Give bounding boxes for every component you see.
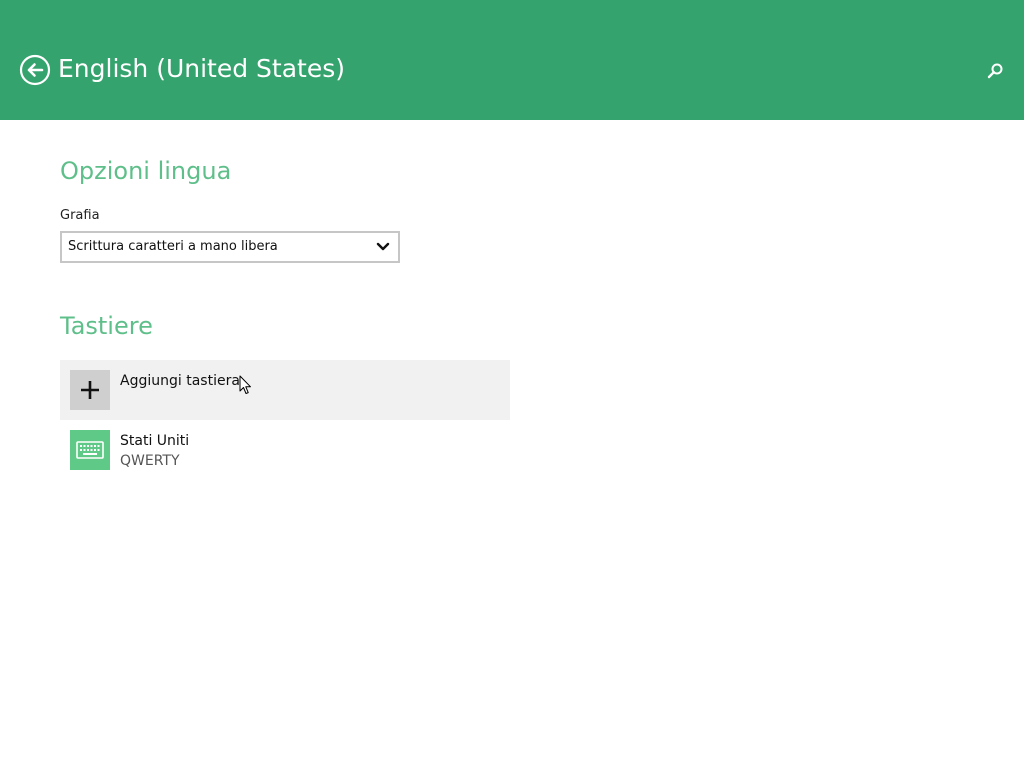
chevron-down-icon	[376, 242, 390, 252]
keyboard-item-us[interactable]: Stati Uniti QWERTY	[60, 420, 510, 480]
keyboard-item-subtitle: QWERTY	[120, 453, 180, 469]
back-button[interactable]	[19, 54, 51, 86]
language-options-heading: Opzioni lingua	[60, 157, 232, 185]
add-keyboard-label: Aggiungi tastiera	[120, 373, 240, 389]
keyboards-heading: Tastiere	[60, 312, 153, 340]
app-header: English (United States)	[0, 0, 1024, 120]
page-title: English (United States)	[58, 54, 346, 83]
handwriting-label: Grafia	[60, 208, 100, 223]
handwriting-select-value: Scrittura caratteri a mano libera	[68, 239, 278, 254]
back-arrow-icon	[19, 54, 51, 86]
handwriting-select[interactable]: Scrittura caratteri a mano libera	[60, 231, 400, 263]
plus-icon	[70, 370, 110, 410]
search-button[interactable]	[985, 61, 1005, 81]
search-icon	[985, 61, 1005, 81]
keyboard-icon	[70, 430, 110, 470]
add-keyboard-button[interactable]: Aggiungi tastiera	[60, 360, 510, 420]
keyboard-item-title: Stati Uniti	[120, 433, 190, 449]
